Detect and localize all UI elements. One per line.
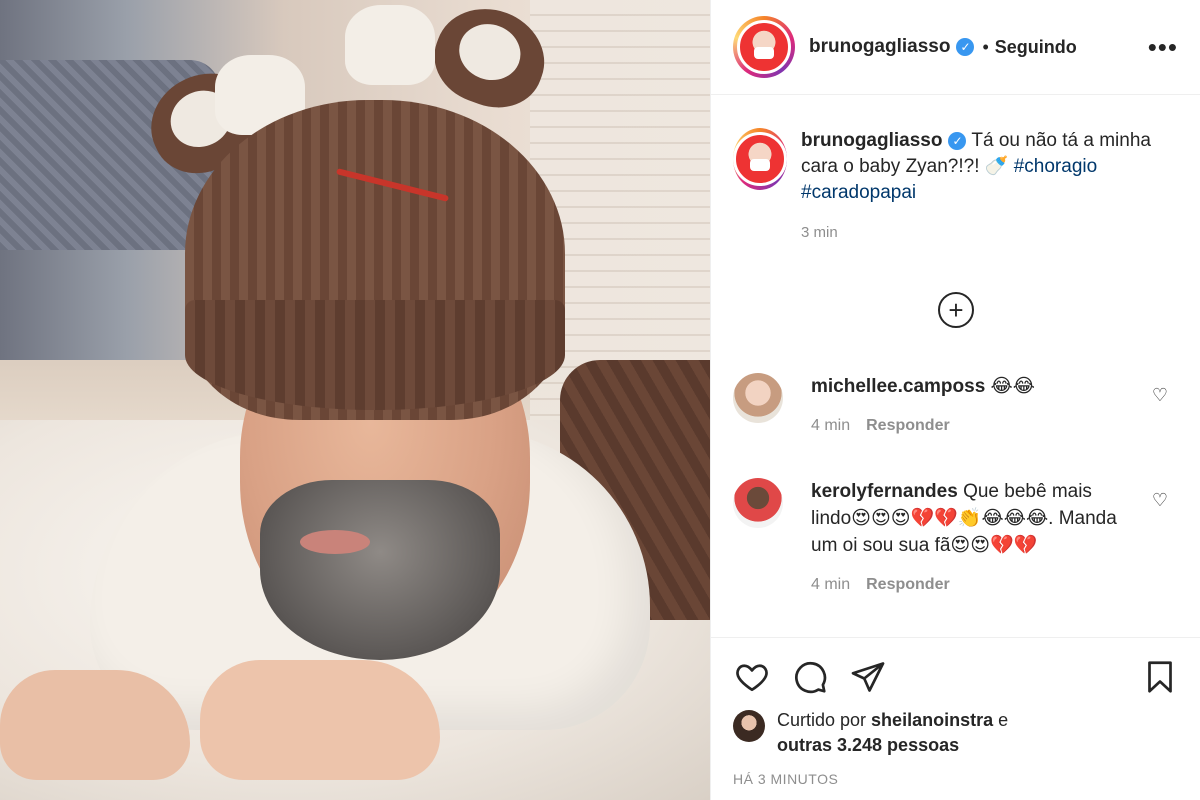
liker-avatar[interactable]	[733, 710, 765, 742]
reply-button[interactable]: Responder	[866, 576, 950, 593]
comment-timestamp: 4 min	[811, 576, 851, 593]
caption-text-block: brunogagliasso ✓ Tá ou não tá a minha car…	[801, 128, 1178, 246]
verified-icon: ✓	[956, 38, 975, 56]
comment-item: michellee.camposs 😂😂 4 min Responder ♡	[733, 373, 1178, 439]
author-username[interactable]: brunogagliasso	[809, 36, 950, 58]
action-bar	[733, 658, 887, 696]
comment-timestamp: 4 min	[811, 417, 851, 434]
post-side-panel: brunogagliasso ✓ • Seguindo ••• brunogag…	[710, 0, 1200, 800]
post-header: brunogagliasso ✓ • Seguindo •••	[711, 0, 1200, 95]
comment-item: kerolyfernandes Que bebê mais lindo😍😍😍💔💔…	[733, 478, 1178, 598]
comment-username[interactable]: kerolyfernandes	[811, 481, 958, 502]
heart-icon[interactable]	[733, 658, 771, 696]
caption-author-avatar[interactable]	[733, 128, 787, 190]
likes-summary: Curtido por sheilanoinstra e outras 3.24…	[733, 708, 1008, 758]
comment-icon[interactable]	[791, 658, 829, 696]
likes-prefix: Curtido por	[777, 710, 872, 730]
comment-like-icon[interactable]: ♡	[1152, 385, 1168, 406]
author-avatar[interactable]	[733, 16, 795, 78]
likes-count-link[interactable]: outras 3.248 pessoas	[777, 735, 959, 755]
reply-button[interactable]: Responder	[866, 417, 950, 434]
share-icon[interactable]	[849, 658, 887, 696]
comment-like-icon[interactable]: ♡	[1152, 490, 1168, 511]
post-age: HÁ 3 MINUTOS	[733, 771, 839, 787]
photo-hand-right	[200, 660, 440, 780]
photo-mouth	[300, 530, 370, 554]
add-circle-icon[interactable]: +	[938, 292, 974, 328]
caption-username[interactable]: brunogagliasso	[801, 130, 942, 151]
hashtag-link[interactable]: #choragio	[1014, 156, 1097, 177]
post-footer: Curtido por sheilanoinstra e outras 3.24…	[711, 637, 1200, 800]
comment-avatar[interactable]	[733, 478, 783, 528]
photo-knit-hat-brim	[185, 300, 565, 410]
bookmark-icon[interactable]	[1141, 658, 1179, 696]
post-photo[interactable]	[0, 0, 710, 800]
likes-middle: e	[993, 710, 1009, 730]
photo-hat-antler-right	[345, 5, 435, 85]
following-button[interactable]: Seguindo	[995, 37, 1077, 58]
comment-avatar[interactable]	[733, 373, 783, 423]
more-options-icon[interactable]: •••	[1148, 34, 1178, 60]
liker-username[interactable]: sheilanoinstra	[871, 710, 993, 730]
post-caption: brunogagliasso ✓ Tá ou não tá a minha car…	[733, 128, 1178, 246]
header-separator: •	[982, 36, 989, 57]
photo-hand-left	[0, 670, 190, 780]
comment-text: 😂😂	[985, 376, 1035, 397]
comment-username[interactable]: michellee.camposs	[811, 376, 985, 397]
verified-icon: ✓	[948, 131, 967, 150]
photo-beard	[260, 480, 500, 660]
caption-timestamp: 3 min	[801, 224, 838, 241]
hashtag-link[interactable]: #caradopapai	[801, 182, 916, 203]
